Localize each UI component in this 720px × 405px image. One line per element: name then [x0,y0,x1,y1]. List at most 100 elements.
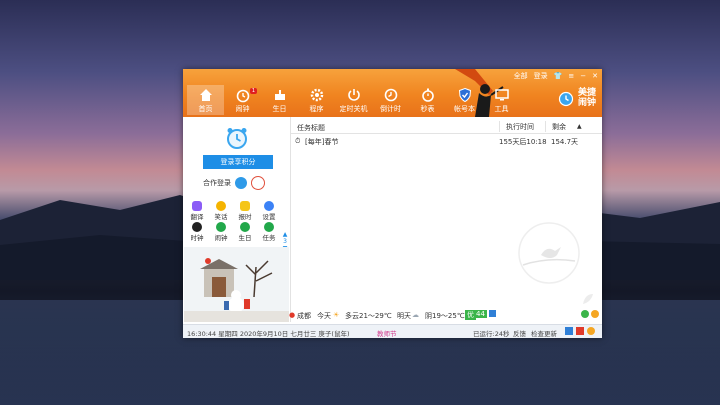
tool-add-alarm-label: 闹钟 [214,234,228,242]
coop-login-label: 合作登录 [203,179,231,187]
weather-city[interactable]: 成都 [297,311,311,321]
tool-add-alarm[interactable]: 闹钟 [209,222,233,242]
nav-stopwatch-label: 秒表 [420,105,435,113]
tool-joke[interactable]: 笑话 [209,201,233,221]
weather-bar: ● 成都 今天 ☀ 多云21～29℃ 明天 ☁ 阴19～25℃ 优 44 [289,309,602,322]
table-header: 任务标题 执行时间 剩余 ▲ [291,121,602,134]
speaker-icon [240,201,250,211]
weibo-icon[interactable] [576,327,584,335]
brand-line2: 闹钟 [577,98,596,108]
bird-branch-watermark-icon [518,222,580,284]
qq-login-icon[interactable] [235,177,247,189]
all-link[interactable]: 全部 [514,71,528,81]
pager-up-icon[interactable]: ▲ [281,231,289,238]
pager-number: 3 [283,238,287,245]
check-update-link[interactable]: 检查更新 [531,328,557,338]
tool-add-task[interactable]: 任务 [257,222,281,242]
shield-icon [458,87,471,103]
close-icon[interactable]: ✕ [592,72,598,80]
translate-icon [192,201,202,211]
nav-program-label: 程序 [309,105,324,113]
weather-settings-icon[interactable] [489,310,496,317]
gear-icon [310,88,323,102]
brand-line1: 美捷 [577,88,596,98]
task-panel: 任务标题 执行时间 剩余 ▲ ⏱ [每年]春节 155天后10:18 154.7… [291,117,602,322]
task-title: [每年]春节 [305,138,339,146]
minimize-icon[interactable]: − [580,72,586,80]
tool-add-birthday[interactable]: 生日 [233,222,257,242]
weather-today-label: 今天 [317,312,331,320]
tool-settings[interactable]: 设置 [257,201,281,221]
top-toolbar: 全部 登录 👕 ≡ − ✕ 首页 1 闹钟 生日 程序 定时关机 倒计时 秒表 … [183,69,602,117]
tool-chime[interactable]: 报时 [233,201,257,221]
festival-banner-image[interactable] [184,247,289,322]
window-controls: 全部 登录 👕 ≡ − ✕ [514,71,598,81]
col-title[interactable]: 任务标题 [297,123,325,133]
nav-shutdown[interactable]: 定时关机 [335,85,372,115]
brand-clock-icon [558,91,574,107]
feedback-link[interactable]: 反馈 [513,328,526,338]
tool-settings-label: 设置 [262,213,276,221]
brand-logo: 美捷 闹钟 [557,88,596,108]
aqi-value: 44 [474,310,487,318]
stopwatch-icon [421,88,434,102]
weather-today: 多云21～29℃ [345,312,392,320]
partly-cloudy-icon: ☀ [333,311,340,319]
emoji-icon[interactable] [587,327,595,335]
weather-tomorrow: 阴19～25℃ [425,312,465,320]
nav-stopwatch[interactable]: 秒表 [409,85,446,115]
quick-tools-row: 时钟 闹钟 生日 任务 [185,222,281,242]
coop-login: 合作登录 [203,176,265,190]
status-running: 已运行:24秒 [473,330,510,338]
quick-tools-grid: 翻译 笑话 报时 设置 时钟 闹钟 生日 任务 [185,201,281,243]
plus-icon [240,222,250,232]
orange-status-icon[interactable] [591,310,599,318]
cloudy-icon: ☁ [412,311,419,319]
nav-home[interactable]: 首页 [187,85,224,115]
nav-birthday-label: 生日 [272,105,287,113]
sort-asc-icon[interactable]: ▲ [577,123,582,130]
tool-add-birthday-label: 生日 [238,234,252,242]
status-bar: 16:30:44 星期四 2020年9月10日 七月廿三 庚子(鼠年) 教师节 … [183,324,602,338]
smile-icon [216,201,226,211]
menu-icon[interactable]: ≡ [568,72,574,80]
nav-alarm[interactable]: 1 闹钟 [224,85,261,115]
tool-translate-label: 翻译 [190,213,204,221]
nav-countdown[interactable]: 倒计时 [372,85,409,115]
nav-countdown-label: 倒计时 [380,105,401,113]
nav-tools[interactable]: 工具 [483,85,520,115]
tool-add-task-label: 任务 [262,234,276,242]
countdown-icon [384,88,397,102]
green-status-icon[interactable] [581,310,589,318]
weibo-login-icon[interactable] [251,176,265,190]
monitor-icon [494,89,509,101]
col-remain[interactable]: 剩余 [545,121,566,132]
nav-home-label: 首页 [198,105,213,113]
task-remain: 154.7天 [551,138,579,146]
login-points-button[interactable]: 登录享积分 [203,155,273,169]
task-time: 155天后10:18 [499,138,547,146]
task-clock-icon: ⏱ [295,137,301,145]
tool-clock-label: 时钟 [190,234,204,242]
nav-account[interactable]: 帐号本 [446,85,483,115]
tool-translate[interactable]: 翻译 [185,201,209,221]
tool-clock[interactable]: 时钟 [185,222,209,242]
settings-icon [264,201,274,211]
tool-joke-label: 笑话 [214,213,228,221]
alarm-icon [236,89,249,103]
status-festival[interactable]: 教师节 [377,328,397,338]
skin-icon[interactable]: 👕 [554,72,563,80]
table-row[interactable]: ⏱ [每年]春节 155天后10:18 154.7天 [291,135,602,147]
quick-tools-row: 翻译 笑话 报时 设置 [185,201,281,221]
tool-chime-label: 报时 [238,213,252,221]
login-link[interactable]: 登录 [534,71,548,81]
cake-icon [274,90,285,100]
col-time[interactable]: 执行时间 [499,121,534,132]
nav-birthday[interactable]: 生日 [261,85,298,115]
home-icon [199,89,212,101]
share-icon[interactable] [565,327,573,335]
nav-program[interactable]: 程序 [298,85,335,115]
clock-avatar-icon [227,128,247,149]
left-sidebar: 登录享积分 合作登录 翻译 笑话 报时 设置 时钟 闹钟 生日 任务 ▲ 3 [183,117,291,322]
leaf-watermark-icon [583,294,593,304]
